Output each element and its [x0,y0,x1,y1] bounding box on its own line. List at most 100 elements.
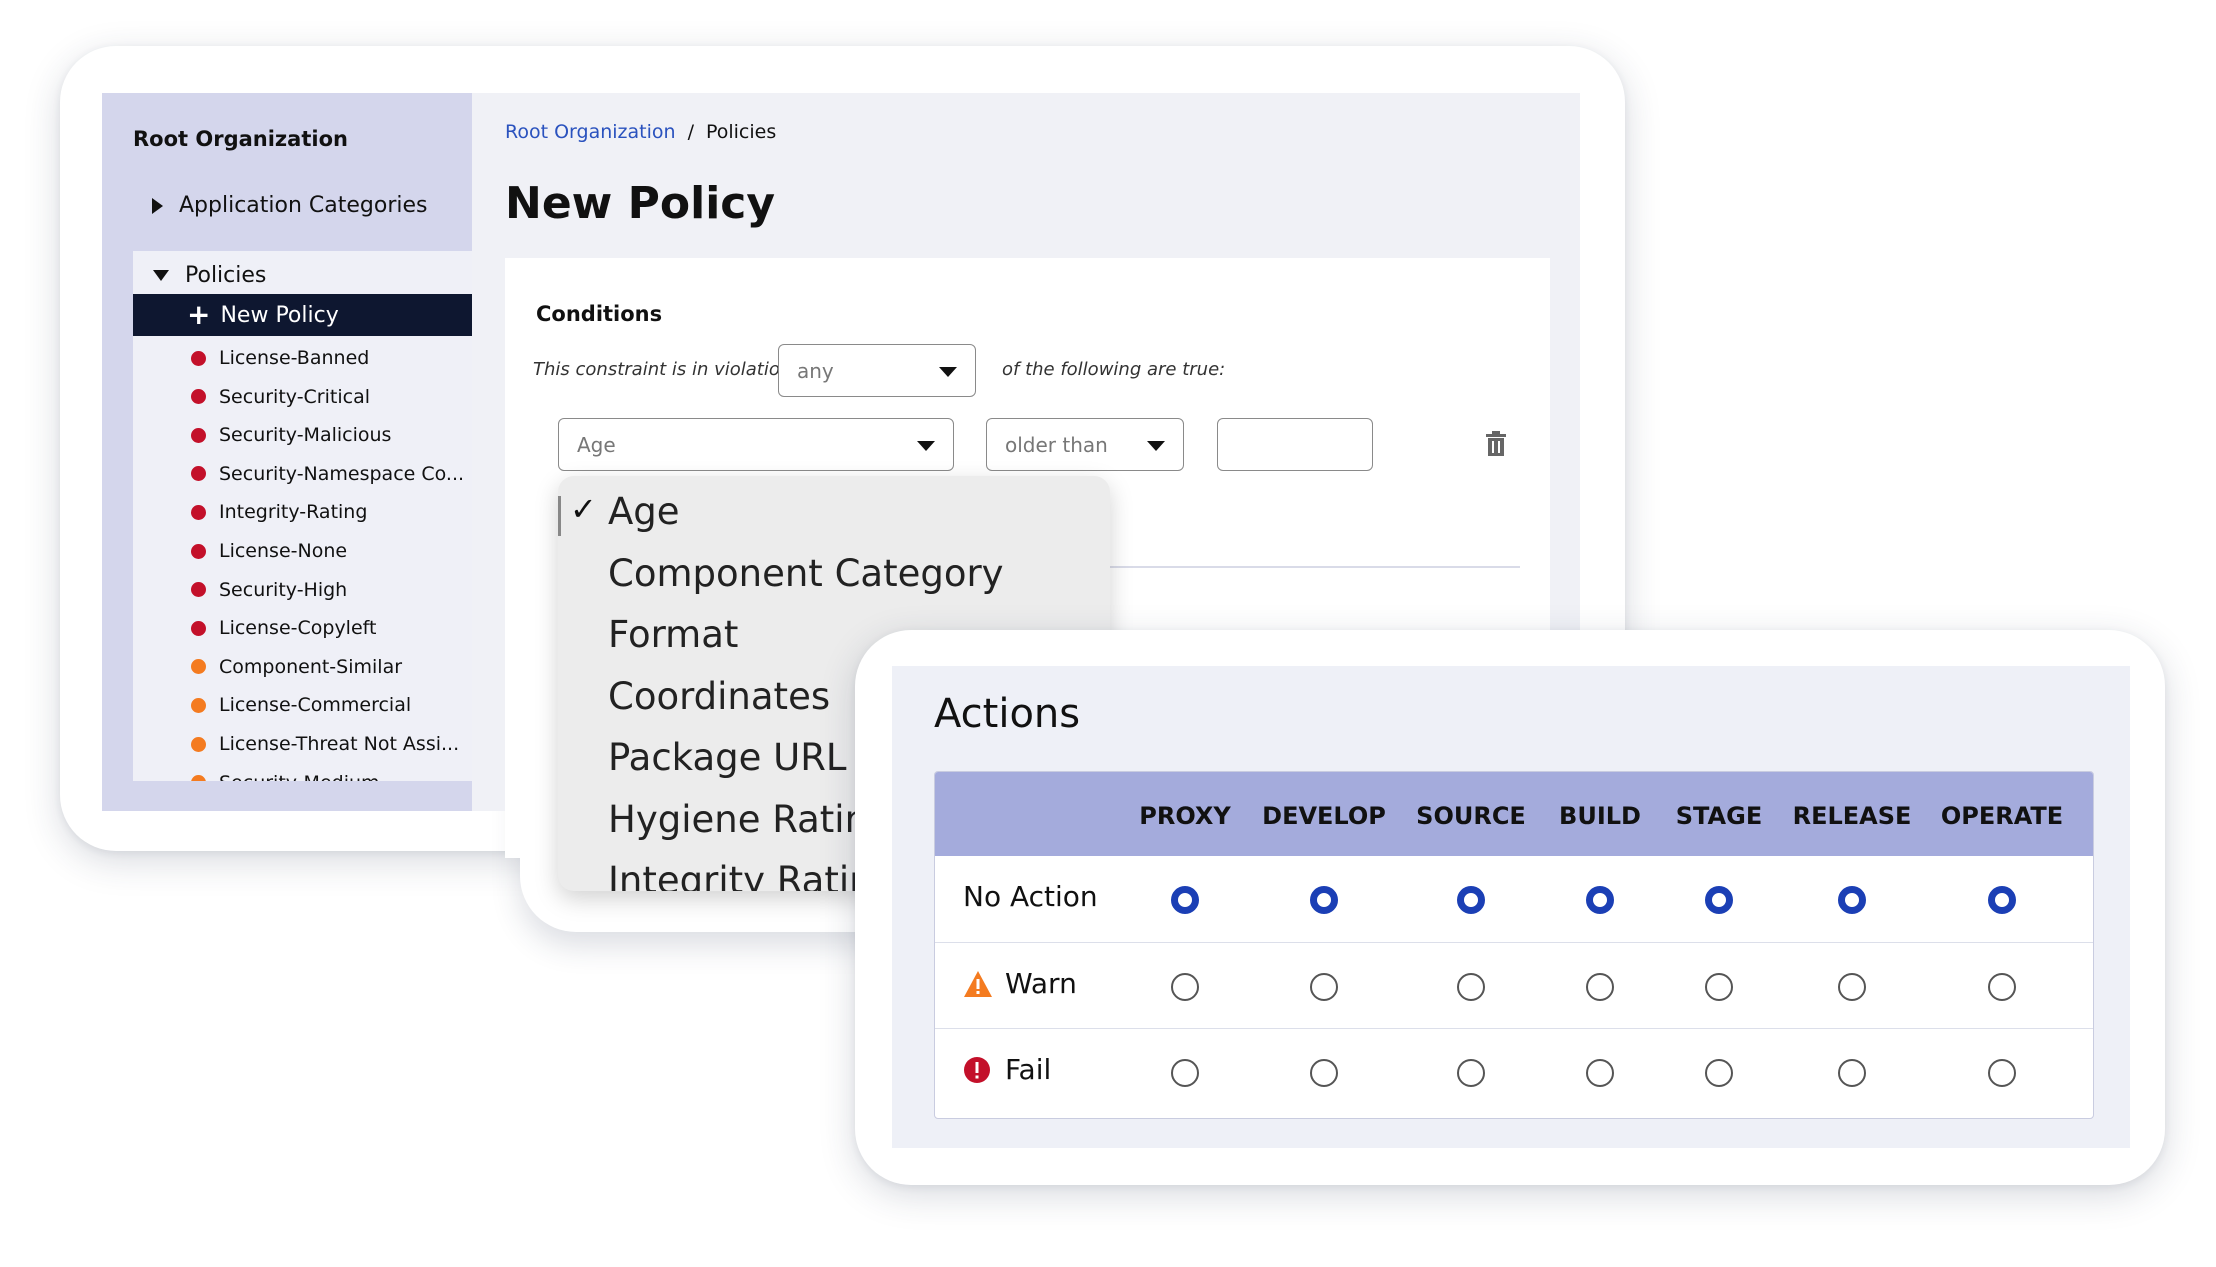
match-select[interactable]: any [778,344,976,397]
sidebar: Root Organization Application Categories… [102,93,472,811]
action-radio-develop[interactable] [1310,1059,1338,1087]
action-radio-proxy[interactable] [1171,973,1199,1001]
checkmark-icon: ✓ [570,490,597,528]
dropdown-option[interactable]: Format [608,613,738,656]
policy-list-item-label: Security-Namespace Co... [219,462,465,485]
action-radio-stage[interactable] [1705,973,1733,1001]
action-row-text: Fail [1005,1053,1052,1086]
chevron-down-icon [917,440,935,451]
sidebar-item-application-categories[interactable]: Application Categories [152,193,428,218]
trash-icon[interactable] [1485,431,1507,461]
action-radio-develop[interactable] [1310,886,1338,914]
action-radio-release[interactable] [1838,886,1866,914]
severity-dot-icon [191,466,206,482]
action-radio-build[interactable] [1586,1059,1614,1087]
condition-value-input[interactable] [1217,418,1373,471]
action-radio-release[interactable] [1838,1059,1866,1087]
conditions-divider [1110,566,1520,568]
field-select-value: Age [577,432,616,457]
dropdown-option[interactable]: Coordinates [608,675,830,718]
policy-list-item[interactable]: Component-Similar [191,652,402,682]
caret-down-icon [153,270,169,281]
action-radio-source[interactable] [1457,1059,1485,1087]
policy-list-item[interactable]: Security-High [191,575,347,605]
action-radio-source[interactable] [1457,973,1485,1001]
action-radio-build[interactable] [1586,973,1614,1001]
policy-list-item[interactable]: Security-Medium [191,768,380,781]
dropdown-scrollbar[interactable] [558,496,561,536]
action-radio-proxy[interactable] [1171,1059,1199,1087]
action-radio-source[interactable] [1457,886,1485,914]
policy-list-item[interactable]: License-None [191,536,347,566]
severity-dot-icon [191,582,206,598]
sidebar-item-policies[interactable]: Policies [153,263,266,288]
violation-suffix-text: of the following are true: [1002,359,1226,380]
severity-dot-icon [191,736,206,752]
column-header: OPERATE [1940,802,2064,830]
policies-panel: Policies + New Policy License-Banned Secu… [133,251,472,781]
policy-list-item-label: Security-High [219,578,348,601]
action-radio-build[interactable] [1586,886,1614,914]
policy-list-item-label: License-Banned [219,347,370,369]
page-title: New Policy [505,178,776,229]
severity-dot-icon [191,504,206,520]
severity-dot-icon [191,543,206,559]
policy-list-item[interactable]: License-Copyleft [191,613,376,643]
policy-list-item-label: License-Commercial [219,694,412,717]
operator-select[interactable]: older than [986,418,1184,471]
policy-list-item[interactable]: Security-Namespace Co... [191,459,464,489]
policy-list-item[interactable]: Integrity-Rating [191,497,367,527]
action-row-label: Warn [963,967,1077,1000]
column-header: DEVELOP [1262,802,1386,830]
breadcrumb-link-root[interactable]: Root Organization [505,121,676,143]
action-radio-operate[interactable] [1988,973,2016,1001]
chevron-down-icon [1147,440,1165,451]
dropdown-option[interactable]: Component Category [608,552,1004,595]
conditions-title: Conditions [536,302,663,326]
action-row-text: No Action [963,880,1098,913]
dropdown-option[interactable]: Integrity Rating [608,859,896,891]
actions-title: Actions [934,691,1081,737]
match-select-value: any [797,358,834,383]
sidebar-root-title[interactable]: Root Organization [133,127,348,151]
error-icon [964,1056,990,1083]
plus-icon: + [187,298,211,331]
action-radio-stage[interactable] [1705,1059,1733,1087]
severity-dot-icon [191,427,206,443]
column-header: STAGE [1675,802,1763,830]
policy-list-item-label: License-None [219,540,348,562]
action-radio-operate[interactable] [1988,1059,2016,1087]
dropdown-option[interactable]: Hygiene Rating [608,798,892,841]
action-radio-develop[interactable] [1310,973,1338,1001]
column-header: RELEASE [1792,802,1912,830]
field-select[interactable]: Age [558,418,954,471]
chevron-down-icon [939,366,957,377]
policy-list-item[interactable]: Security-Critical [191,382,370,412]
policy-list-item[interactable]: License-Commercial [191,690,411,720]
action-radio-operate[interactable] [1988,886,2016,914]
policy-list-item[interactable]: License-Threat Not Assi... [191,729,459,759]
breadcrumb-current: Policies [705,121,777,143]
action-radio-release[interactable] [1838,973,1866,1001]
severity-dot-icon [191,775,206,781]
sidebar-item-label: Policies [185,263,267,288]
severity-dot-icon [191,389,206,405]
sidebar-item-new-policy[interactable]: + New Policy [133,294,472,336]
severity-dot-icon [191,659,206,675]
actions-table-header: PROXY DEVELOP SOURCE BUILD STAGE RELEASE OPERA… [935,772,2093,856]
action-row-label: Fail [963,1053,1051,1086]
caret-right-icon [152,197,163,214]
violation-prefix-text: This constraint is in violation if [533,359,809,380]
dropdown-option[interactable]: Age [608,490,680,533]
policy-list-item-label: License-Threat Not Assi... [219,733,460,755]
policy-list-item[interactable]: Security-Malicious [191,420,391,450]
action-row: Fail [935,1028,2093,1115]
severity-dot-icon [191,620,206,636]
action-radio-proxy[interactable] [1171,886,1199,914]
column-header: SOURCE [1416,802,1526,830]
action-radio-stage[interactable] [1705,886,1733,914]
severity-dot-icon [191,350,206,366]
policy-list-item[interactable]: License-Banned [191,343,369,373]
policy-list-item-label: Security-Critical [219,385,370,408]
dropdown-option[interactable]: Package URL [608,736,847,779]
